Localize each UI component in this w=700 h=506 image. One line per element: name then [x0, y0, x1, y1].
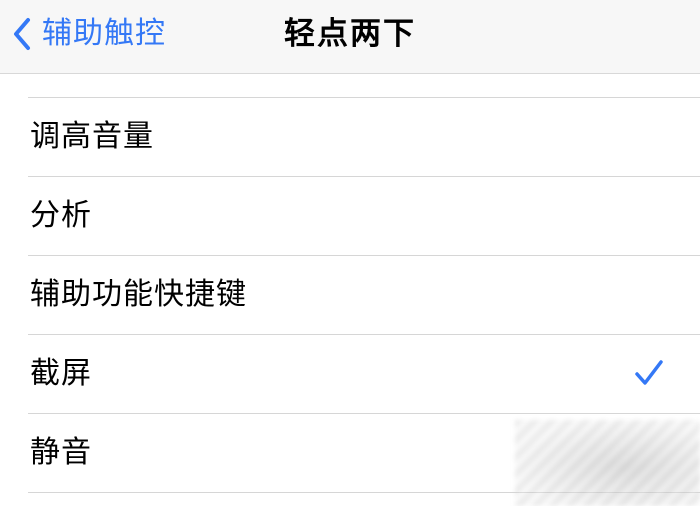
list-item-screenshot[interactable]: 截屏 — [0, 335, 700, 413]
list-item-analytics[interactable]: 分析 — [0, 177, 700, 255]
list-item-accessibility-shortcut[interactable]: 辅助功能快捷键 — [0, 256, 700, 334]
list-item-volume-up[interactable]: 调高音量 — [0, 98, 700, 176]
list-item-label: 静音 — [30, 435, 92, 470]
list-item-label: 辅助功能快捷键 — [30, 277, 247, 312]
blurred-watermark — [515, 420, 700, 506]
checkmark-icon — [634, 359, 664, 391]
navigation-bar: 辅助触控 轻点两下 — [0, 0, 700, 74]
list-item-label: 截屏 — [30, 356, 92, 391]
page-title: 轻点两下 — [284, 16, 416, 52]
list-item-label: 调高音量 — [30, 119, 154, 154]
list-item-label: 分析 — [30, 198, 92, 233]
